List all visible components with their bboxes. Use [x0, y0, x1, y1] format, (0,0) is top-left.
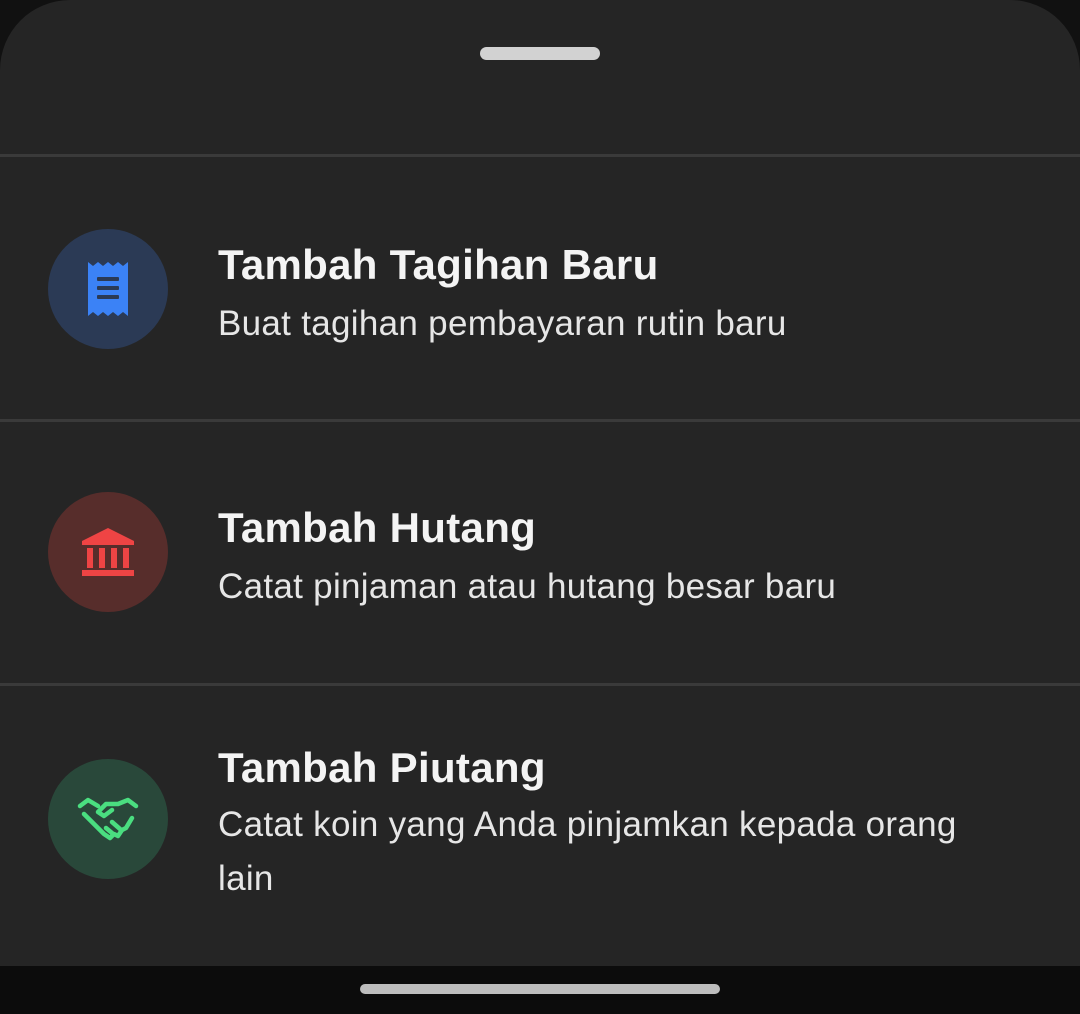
option-title: Tambah Tagihan Baru	[218, 241, 659, 288]
drag-handle[interactable]	[480, 47, 600, 60]
option-subtitle: Buat tagihan pembayaran rutin baru	[218, 304, 787, 343]
option-add-debt[interactable]: Tambah Hutang Catat pinjaman atau hutang…	[0, 422, 1080, 683]
bank-icon	[48, 492, 168, 612]
system-navigation-bar	[0, 966, 1080, 1014]
option-title: Tambah Piutang	[218, 744, 546, 791]
option-add-receivable[interactable]: Tambah Piutang Catat koin yang Anda pinj…	[0, 686, 1080, 966]
option-add-bill[interactable]: Tambah Tagihan Baru Buat tagihan pembaya…	[0, 157, 1080, 419]
handshake-icon	[48, 759, 168, 879]
option-subtitle: Catat koin yang Anda pinjamkan kepada or…	[218, 805, 957, 898]
receipt-icon	[48, 229, 168, 349]
home-indicator[interactable]	[360, 984, 720, 994]
option-subtitle: Catat pinjaman atau hutang besar baru	[218, 567, 837, 606]
bottom-sheet: Tambah Tagihan Baru Buat tagihan pembaya…	[0, 0, 1080, 966]
option-title: Tambah Hutang	[218, 504, 537, 551]
